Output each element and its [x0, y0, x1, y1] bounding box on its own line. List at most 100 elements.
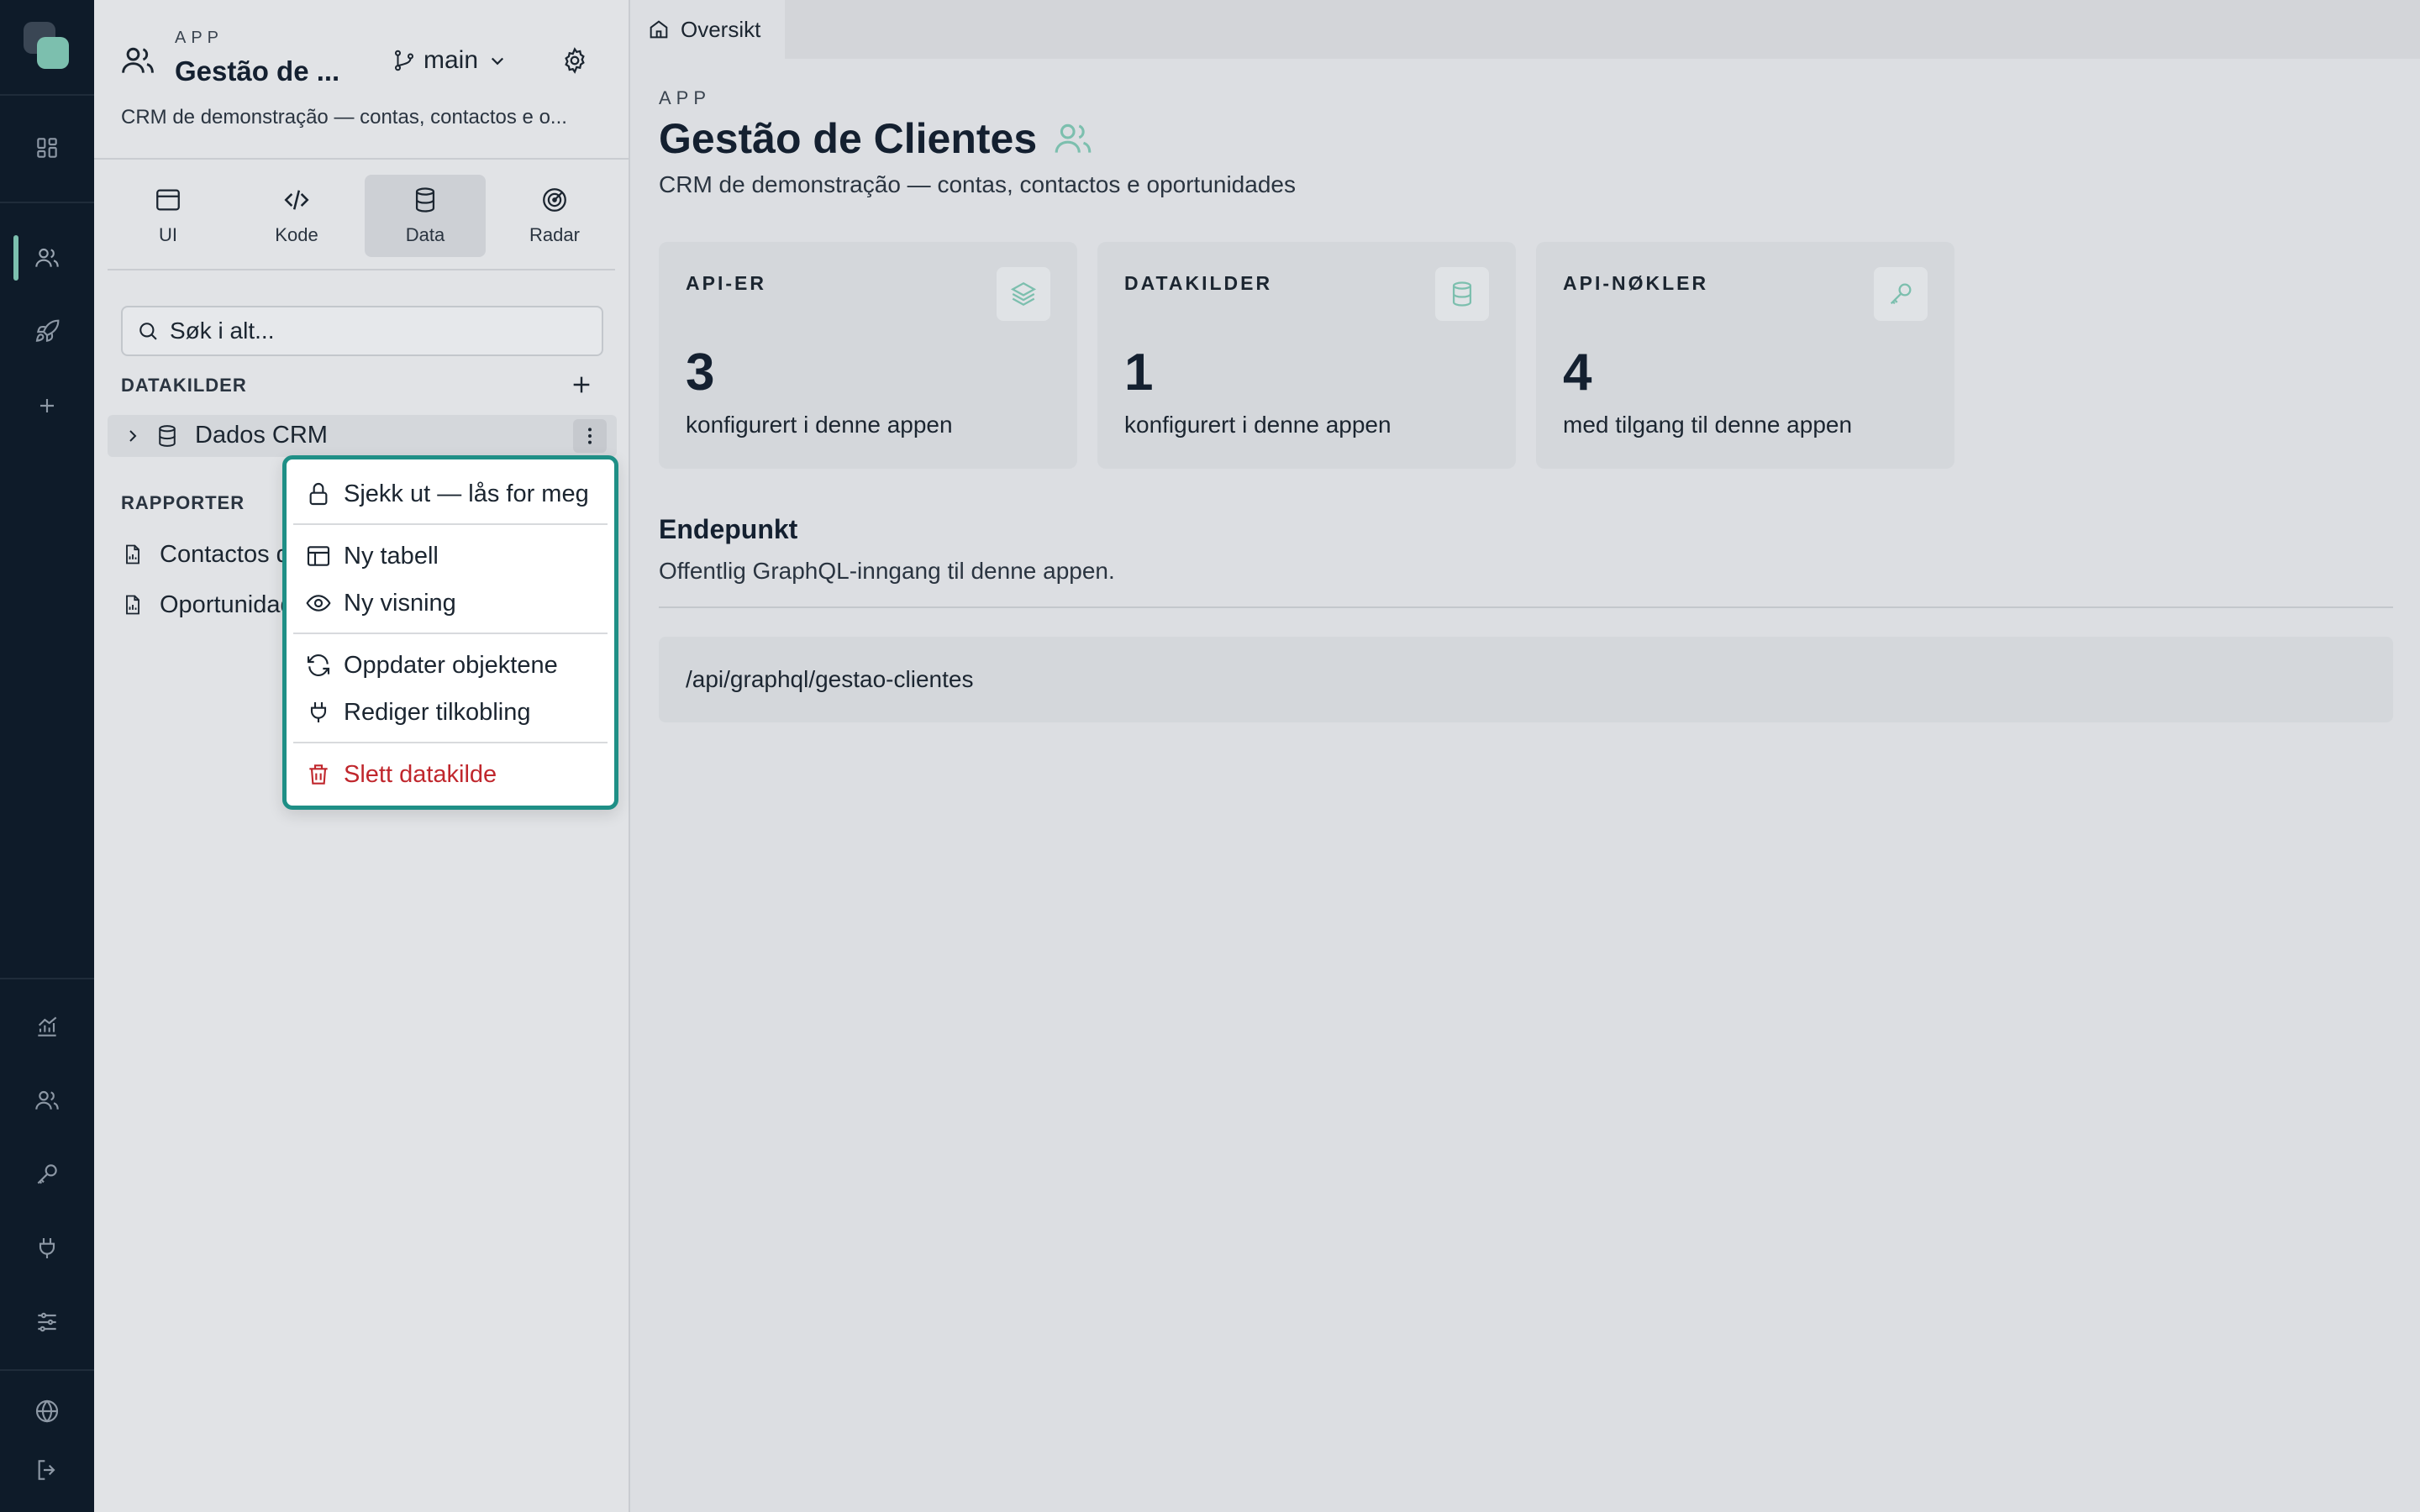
page-description: CRM de demonstração — contas, contactos … — [659, 171, 1296, 197]
reports-heading: RAPPORTER — [121, 492, 245, 513]
sidebar-tabs: UI Kode Data Radar — [108, 175, 615, 257]
users-icon — [1052, 118, 1094, 160]
lock-icon — [305, 480, 332, 507]
divider — [659, 606, 2393, 608]
database-icon — [155, 423, 180, 449]
stat-caption: med tilgang til denne appen — [1563, 412, 1853, 438]
menu-item-new-table[interactable]: Ny tabell — [305, 537, 439, 575]
rail-divider — [0, 978, 94, 979]
analytics-icon[interactable] — [24, 1003, 71, 1050]
report-icon — [121, 543, 145, 566]
menu-item-label: Ny visning — [344, 589, 456, 617]
brand-logo[interactable] — [24, 22, 72, 71]
stat-value: 3 — [686, 344, 715, 402]
gear-icon[interactable] — [558, 44, 592, 77]
menu-item-label: Rediger tilkobling — [344, 698, 531, 726]
stat-caption: konfigurert i denne appen — [686, 412, 953, 438]
endpoint-path[interactable]: /api/graphql/gestao-clientes — [686, 666, 973, 693]
sidebar-description: CRM de demonstração — contas, contactos … — [121, 106, 567, 129]
search-input[interactable] — [170, 318, 590, 344]
app-rail — [0, 0, 94, 1512]
rail-divider — [0, 1369, 94, 1371]
report-label: Oportunidad — [160, 591, 294, 618]
report-item[interactable]: Contactos d — [121, 536, 290, 573]
stat-value: 1 — [1124, 344, 1154, 402]
plug-icon — [305, 699, 332, 726]
rocket-icon[interactable] — [24, 308, 71, 355]
menu-item-delete-datasource[interactable]: Slett datakilde — [305, 755, 497, 794]
team-icon[interactable] — [24, 1077, 71, 1124]
menu-item-new-view[interactable]: Ny visning — [305, 584, 456, 622]
home-icon — [647, 18, 671, 41]
table-icon — [305, 543, 332, 570]
more-options-button[interactable] — [573, 419, 607, 453]
refresh-icon — [305, 652, 332, 679]
datasource-name: Dados CRM — [195, 422, 328, 449]
window-icon — [154, 186, 182, 214]
plug-icon[interactable] — [24, 1225, 71, 1272]
logout-icon[interactable] — [24, 1446, 71, 1494]
stat-label: API-ER — [686, 272, 766, 294]
chevron-down-icon — [485, 48, 510, 73]
menu-item-edit-connection[interactable]: Rediger tilkobling — [305, 693, 530, 732]
add-datasource-button[interactable] — [565, 368, 598, 402]
tab-overview[interactable]: Oversikt — [632, 0, 785, 59]
app-users-icon — [119, 42, 156, 79]
stat-label: DATAKILDER — [1124, 272, 1273, 294]
trash-icon — [305, 761, 332, 788]
stat-card-datasources: DATAKILDER 1 konfigurert i denne appen — [1097, 242, 1516, 469]
report-icon — [121, 593, 145, 617]
menu-item-label: Oppdater objektene — [344, 651, 558, 679]
report-label: Contactos d — [160, 540, 290, 568]
endpoint-subtitle: Offentlig GraphQL-inngang til denne appe… — [659, 558, 1115, 584]
divider — [108, 269, 615, 270]
search-icon — [136, 319, 160, 343]
tab-ui[interactable]: UI — [108, 175, 229, 257]
stat-card-api-keys: API-NØKLER 4 med tilgang til denne appen — [1536, 242, 1954, 469]
stat-label: API-NØKLER — [1563, 272, 1709, 294]
plus-icon[interactable] — [24, 382, 71, 429]
menu-divider — [293, 633, 608, 634]
stat-card-apis: API-ER 3 konfigurert i denne appen — [659, 242, 1077, 469]
database-icon — [411, 186, 439, 214]
endpoint-path-box[interactable]: /api/graphql/gestao-clientes — [659, 637, 2393, 722]
datasource-context-menu: Sjekk ut — lås for meg Ny tabell Ny visn… — [282, 455, 618, 810]
tab-radar[interactable]: Radar — [494, 175, 615, 257]
report-item[interactable]: Oportunidad — [121, 586, 294, 623]
chevron-right-icon[interactable] — [123, 426, 143, 446]
sliders-icon[interactable] — [24, 1299, 71, 1346]
key-icon — [1874, 267, 1928, 321]
datasource-row[interactable]: Dados CRM — [108, 415, 617, 457]
kebab-icon — [588, 428, 592, 444]
tab-kode[interactable]: Kode — [236, 175, 357, 257]
sidebar-kicker: APP — [175, 29, 224, 47]
menu-divider — [293, 523, 608, 525]
stat-caption: konfigurert i denne appen — [1124, 412, 1392, 438]
divider — [94, 158, 629, 160]
search-box[interactable] — [121, 306, 603, 356]
branch-selector[interactable]: main — [392, 44, 510, 77]
tab-label: UI — [159, 224, 177, 245]
datasources-heading: DATAKILDER — [121, 375, 247, 396]
tab-data[interactable]: Data — [365, 175, 486, 257]
page-title: Gestão de Clientes — [659, 114, 1094, 163]
tab-label: Data — [405, 224, 445, 245]
plus-icon — [573, 376, 590, 393]
radar-icon — [540, 186, 569, 214]
database-icon — [1435, 267, 1489, 321]
dashboard-icon[interactable] — [24, 124, 71, 171]
menu-item-refresh[interactable]: Oppdater objektene — [305, 646, 558, 685]
page-kicker: APP — [659, 87, 712, 108]
menu-item-label: Sjekk ut — lås for meg — [344, 480, 589, 507]
menu-item-label: Slett datakilde — [344, 760, 497, 788]
code-icon — [282, 186, 311, 214]
rail-divider — [0, 94, 94, 96]
key-icon[interactable] — [24, 1151, 71, 1198]
tab-label: Kode — [275, 224, 318, 245]
branch-label: main — [424, 46, 479, 74]
users-icon[interactable] — [24, 234, 71, 281]
menu-item-label: Ny tabell — [344, 542, 439, 570]
stat-value: 4 — [1563, 344, 1592, 402]
globe-icon[interactable] — [24, 1388, 71, 1435]
menu-item-checkout[interactable]: Sjekk ut — lås for meg — [305, 475, 589, 513]
